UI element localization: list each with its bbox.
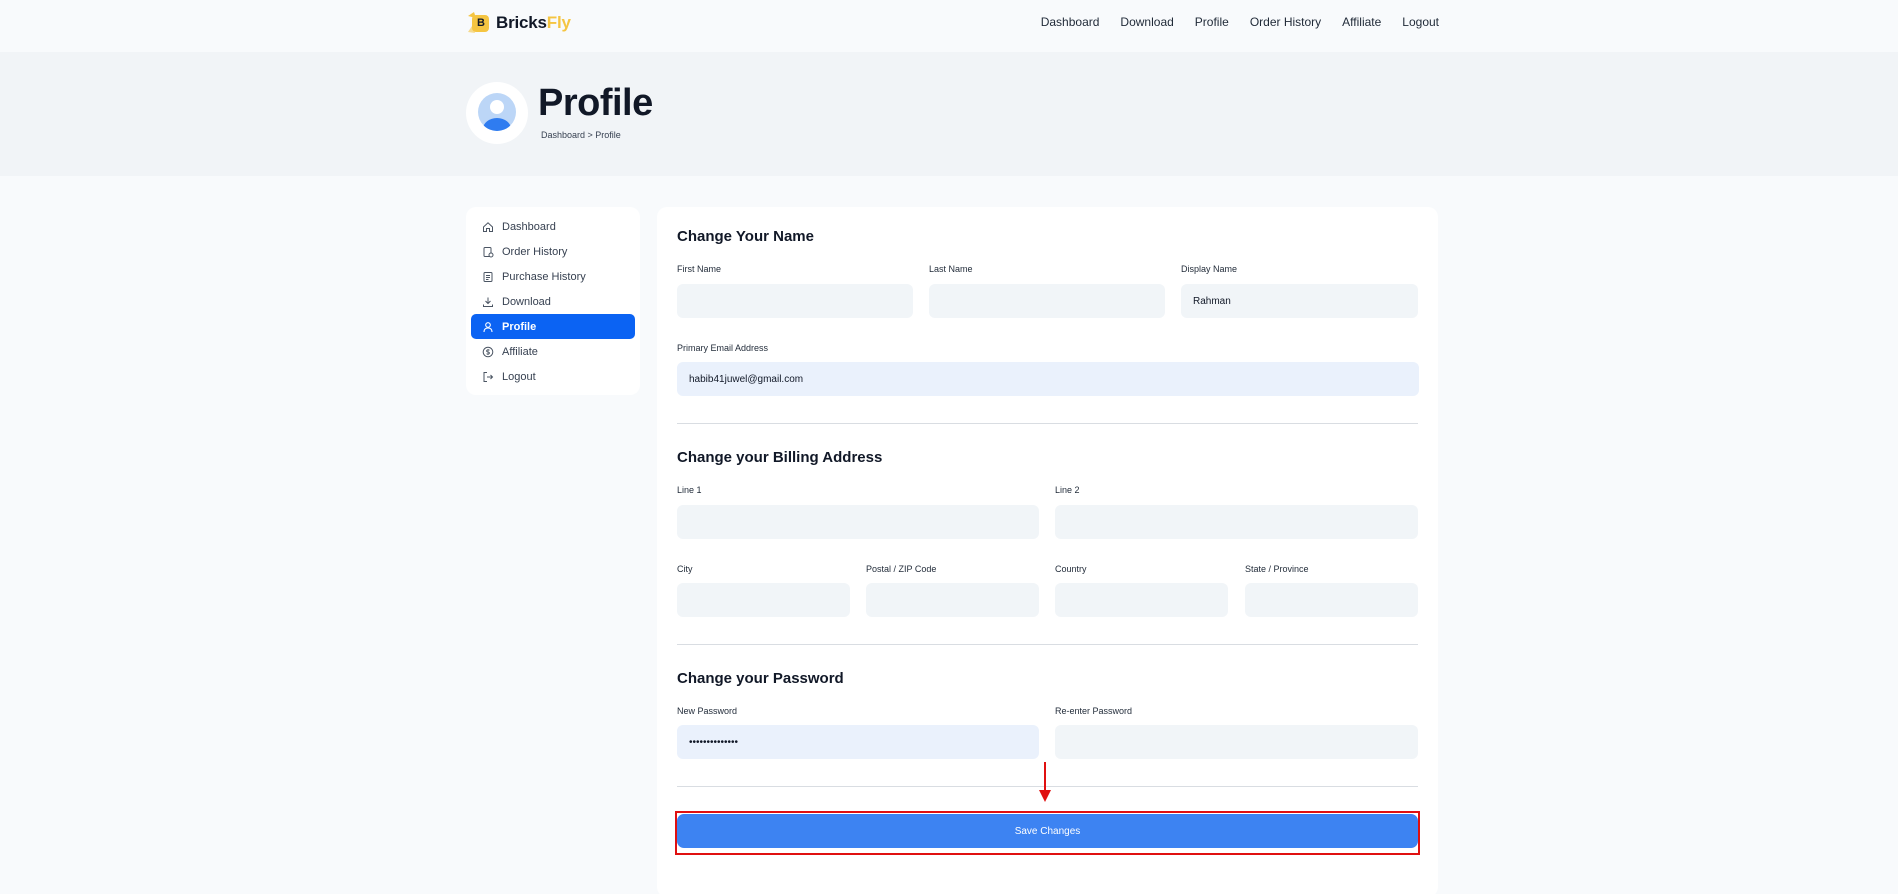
line1-input[interactable] bbox=[677, 505, 1039, 539]
sidebar: Dashboard Order History Purchase History… bbox=[466, 207, 640, 395]
user-icon bbox=[481, 320, 495, 334]
main-nav: Dashboard Download Profile Order History… bbox=[1041, 15, 1439, 29]
last-name-label: Last Name bbox=[929, 264, 973, 274]
bricksfly-logo-icon: B bbox=[466, 10, 492, 36]
line2-input[interactable] bbox=[1055, 505, 1418, 539]
display-name-label: Display Name bbox=[1181, 264, 1238, 274]
nav-download[interactable]: Download bbox=[1120, 15, 1173, 29]
name-section-title: Change Your Name bbox=[677, 228, 814, 245]
download-icon bbox=[481, 295, 495, 309]
sidebar-item-affiliate[interactable]: Affiliate bbox=[471, 339, 635, 364]
email-label: Primary Email Address bbox=[677, 343, 769, 353]
country-input[interactable] bbox=[1055, 583, 1228, 617]
sidebar-item-label: Logout bbox=[502, 370, 536, 383]
receipt-icon bbox=[481, 245, 495, 259]
nav-profile[interactable]: Profile bbox=[1195, 15, 1229, 29]
breadcrumb[interactable]: Dashboard > Profile bbox=[541, 130, 621, 140]
city-input[interactable] bbox=[677, 583, 850, 617]
new-password-label: New Password bbox=[677, 706, 738, 716]
last-name-input[interactable] bbox=[929, 284, 1165, 318]
password-section-title: Change your Password bbox=[677, 670, 844, 687]
country-label: Country bbox=[1055, 564, 1087, 574]
nav-logout[interactable]: Logout bbox=[1402, 15, 1439, 29]
save-changes-button[interactable]: Save Changes bbox=[677, 814, 1418, 848]
line1-label: Line 1 bbox=[677, 485, 702, 495]
top-navbar: B BricksFly Dashboard Download Profile O… bbox=[0, 0, 1898, 52]
city-label: City bbox=[677, 564, 693, 574]
avatar bbox=[466, 82, 528, 144]
state-input[interactable] bbox=[1245, 583, 1418, 617]
avatar-user-icon bbox=[478, 93, 516, 131]
reenter-password-input[interactable] bbox=[1055, 725, 1418, 759]
nav-affiliate[interactable]: Affiliate bbox=[1342, 15, 1381, 29]
page-title: Profile bbox=[538, 82, 653, 124]
logo-letter: B bbox=[477, 17, 485, 29]
section-divider bbox=[677, 644, 1418, 645]
home-icon bbox=[481, 220, 495, 234]
first-name-label: First Name bbox=[677, 264, 722, 274]
section-divider bbox=[677, 786, 1418, 787]
brand-logo[interactable]: B BricksFly bbox=[466, 9, 571, 37]
sidebar-item-label: Affiliate bbox=[502, 345, 538, 358]
first-name-input[interactable] bbox=[677, 284, 913, 318]
sidebar-item-label: Purchase History bbox=[502, 270, 586, 283]
sidebar-item-order-history[interactable]: Order History bbox=[471, 239, 635, 264]
email-input[interactable] bbox=[677, 362, 1419, 396]
annotation-arrow-head bbox=[1039, 790, 1051, 802]
sidebar-item-label: Profile bbox=[502, 320, 537, 333]
sidebar-item-label: Order History bbox=[502, 245, 568, 258]
zip-input[interactable] bbox=[866, 583, 1039, 617]
new-password-input[interactable] bbox=[677, 725, 1039, 759]
nav-order-history[interactable]: Order History bbox=[1250, 15, 1321, 29]
logout-icon bbox=[481, 370, 495, 384]
brand-name: BricksFly bbox=[496, 13, 571, 33]
sidebar-item-profile[interactable]: Profile bbox=[471, 314, 635, 339]
document-icon bbox=[481, 270, 495, 284]
sidebar-item-label: Dashboard bbox=[502, 220, 556, 233]
section-divider bbox=[677, 423, 1418, 424]
state-label: State / Province bbox=[1245, 564, 1309, 574]
sidebar-item-dashboard[interactable]: Dashboard bbox=[471, 214, 635, 239]
reenter-password-label: Re-enter Password bbox=[1055, 706, 1133, 716]
nav-dashboard[interactable]: Dashboard bbox=[1041, 15, 1100, 29]
sidebar-item-label: Download bbox=[502, 295, 551, 308]
page-header bbox=[0, 52, 1898, 176]
brand-name-part2: Fly bbox=[546, 13, 571, 32]
billing-section-title: Change your Billing Address bbox=[677, 449, 883, 466]
zip-label: Postal / ZIP Code bbox=[866, 564, 937, 574]
line2-label: Line 2 bbox=[1055, 485, 1080, 495]
sidebar-item-purchase-history[interactable]: Purchase History bbox=[471, 264, 635, 289]
sidebar-item-logout[interactable]: Logout bbox=[471, 364, 635, 389]
brand-name-part1: Bricks bbox=[496, 13, 547, 32]
sidebar-item-download[interactable]: Download bbox=[471, 289, 635, 314]
display-name-input[interactable] bbox=[1181, 284, 1418, 318]
dollar-circle-icon bbox=[481, 345, 495, 359]
